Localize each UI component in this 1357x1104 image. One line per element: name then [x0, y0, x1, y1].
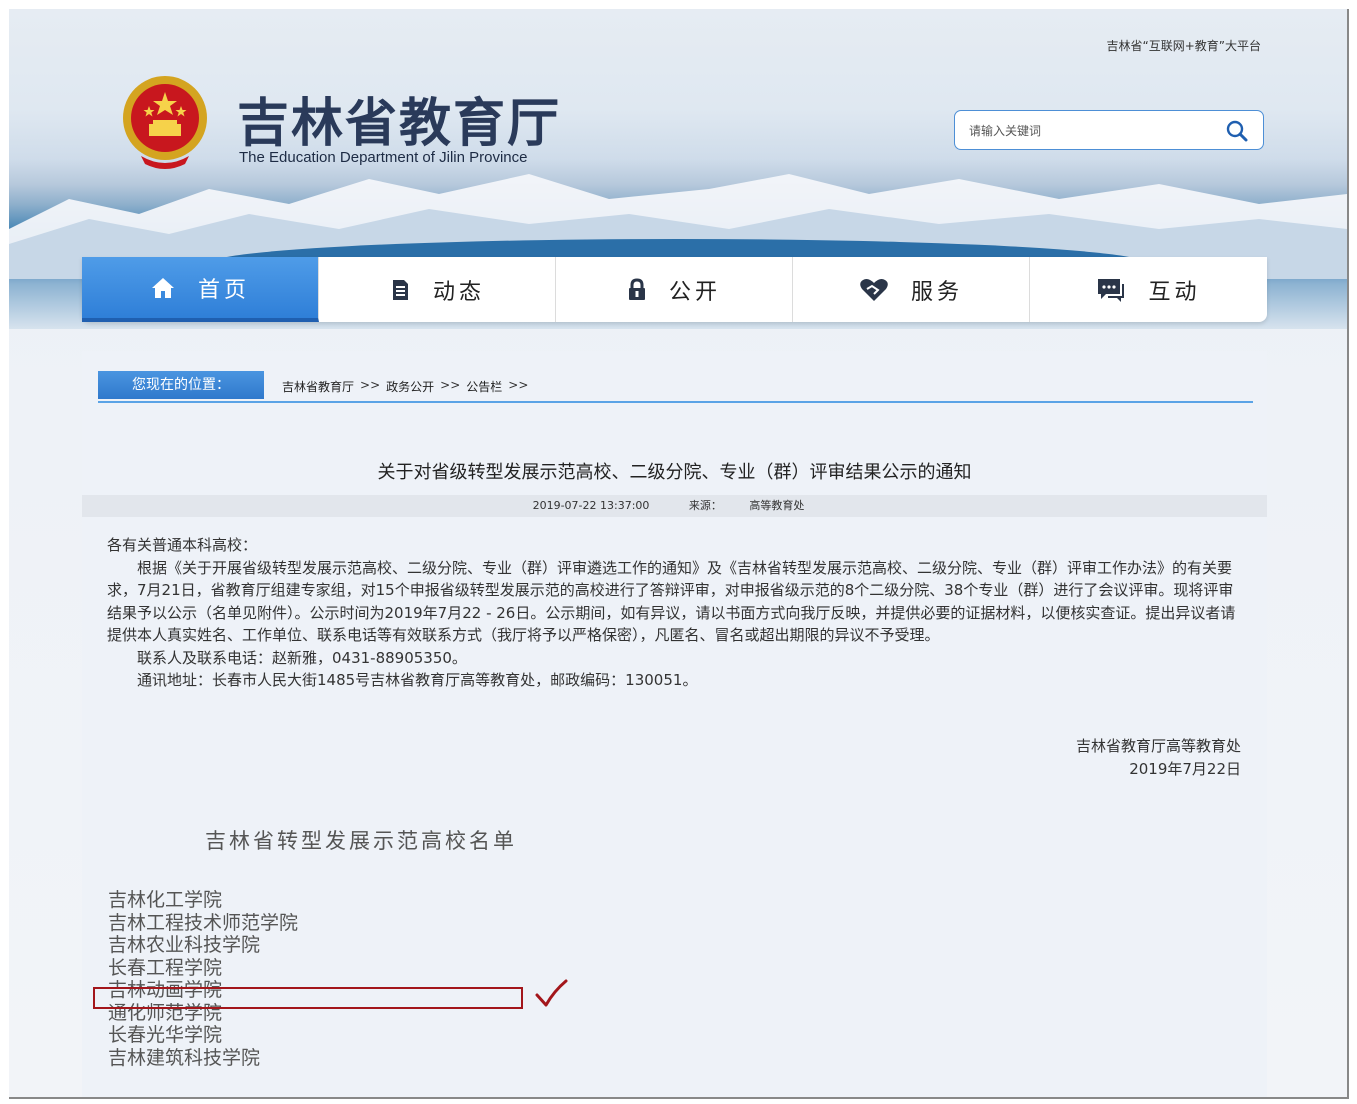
nav-item-open[interactable]: 公开	[556, 257, 793, 322]
nav-item-label: 公开	[668, 279, 721, 305]
list-item: 吉林建筑科技学院	[108, 1046, 261, 1069]
breadcrumb: 您现在的位置： 吉林省教育厅 >> 政务公开 >> 公告栏 >>	[98, 371, 1253, 403]
school-list: 吉林化工学院 吉林工程技术师范学院 吉林农业科技学院 长春工程学院 吉林动画学院…	[108, 889, 298, 1069]
highlight-annotation-box	[93, 987, 523, 1009]
nav-item-label: 动态	[432, 279, 485, 305]
article-salutation: 各有关普通本科高校：	[107, 536, 258, 554]
search-input[interactable]	[967, 119, 1211, 143]
list-item: 长春光华学院	[108, 1024, 223, 1046]
site-title: 吉林省教育厅	[237, 93, 562, 154]
breadcrumb-separator: >>	[508, 378, 529, 392]
chat-icon	[1098, 278, 1125, 302]
article-signature: 吉林省教育厅高等教育处 2019年7月22日	[1076, 735, 1241, 780]
nav-item-label: 服务	[910, 279, 963, 305]
national-emblem-icon	[123, 76, 207, 169]
main-nav: 首页 动态 公开 服务 互动	[82, 257, 1267, 322]
nav-item-news[interactable]: 动态	[319, 257, 556, 322]
list-item: 长春工程学院	[108, 956, 223, 979]
list-item: 吉林工程技术师范学院	[108, 911, 299, 934]
article-paragraph: 根据《关于开展省级转型发展示范高校、二级分院、专业（群）评审遴选工作的通知》及《…	[107, 558, 1236, 645]
nav-item-home[interactable]: 首页	[82, 257, 319, 322]
page-frame: 吉林省教育厅 The Education Department of Jilin…	[9, 9, 1349, 1099]
list-item: 吉林化工学院	[108, 889, 223, 911]
breadcrumb-separator: >>	[360, 378, 381, 392]
article-body: 各有关普通本科高校： 根据《关于开展省级转型发展示范高校、二级分院、专业（群）评…	[107, 534, 1247, 692]
home-icon	[151, 277, 174, 298]
article-date: 2019-07-22 13:37:00	[532, 499, 650, 512]
breadcrumb-label: 您现在的位置：	[98, 371, 264, 399]
article-title: 关于对省级转型发展示范高校、二级分院、专业（群）评审结果公示的通知	[377, 462, 972, 483]
signature-org: 吉林省教育厅高等教育处	[1075, 737, 1241, 755]
article-source-label: 来源：	[688, 499, 722, 512]
list-item: 吉林农业科技学院	[108, 934, 261, 956]
nav-item-label: 互动	[1148, 279, 1201, 305]
lock-icon	[628, 277, 645, 300]
content-panel: 您现在的位置： 吉林省教育厅 >> 政务公开 >> 公告栏 >> 关于对省级转型…	[82, 351, 1267, 1097]
breadcrumb-item-gov-open[interactable]: 政务公开	[386, 378, 434, 395]
nav-item-service[interactable]: 服务	[793, 257, 1030, 322]
article-source-wrapper: 来源： 高等教育处	[677, 499, 817, 512]
search-box	[954, 110, 1264, 150]
article-contact: 联系人及联系电话：赵新雅，0431-88905350。	[137, 648, 467, 667]
document-icon	[392, 279, 408, 300]
signature-date: 2019年7月22日	[1129, 759, 1241, 778]
article-address: 通讯地址：长春市人民大街1485号吉林省教育厅高等教育处，邮政编码：130051…	[137, 671, 698, 689]
search-icon[interactable]	[1225, 119, 1249, 143]
handshake-heart-icon	[860, 278, 888, 301]
breadcrumb-item-bulletin[interactable]: 公告栏	[466, 378, 502, 395]
nav-item-interact[interactable]: 互动	[1030, 257, 1267, 322]
breadcrumb-item-home[interactable]: 吉林省教育厅	[282, 378, 354, 395]
article-meta: 2019-07-22 13:37:00 来源： 高等教育处	[82, 495, 1267, 517]
site-subtitle: The Education Department of Jilin Provin…	[239, 149, 528, 166]
platform-link[interactable]: 吉林省“互联网+教育”大平台	[1107, 37, 1262, 54]
article-source: 高等教育处	[749, 499, 805, 512]
nav-item-label: 首页	[197, 277, 250, 303]
breadcrumb-links: 吉林省教育厅 >> 政务公开 >> 公告栏 >>	[282, 378, 528, 395]
checkmark-icon	[535, 979, 568, 1007]
breadcrumb-separator: >>	[440, 378, 461, 392]
school-list-title: 吉林省转型发展示范高校名单	[205, 829, 517, 853]
